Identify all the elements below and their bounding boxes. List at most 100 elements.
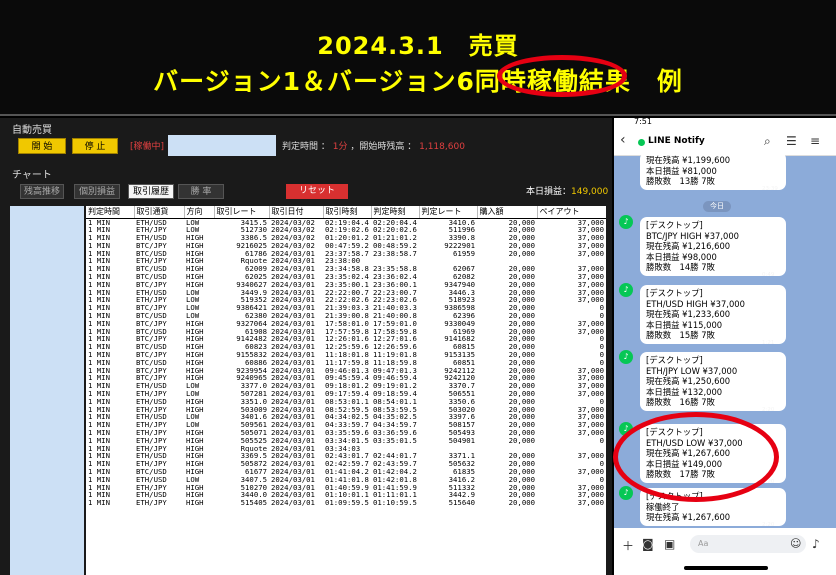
table-row[interactable]: 1 MIN BTC/JPY HIGH 9239954 2024/03/01 09:46:0… [86, 367, 606, 375]
table-row[interactable]: 1 MIN ETH/USD HIGH 3386.5 2024/03/02 01:20:01… [86, 234, 606, 242]
table-row[interactable]: 1 MIN ETH/USD HIGH 3369.5 2024/03/01 02:43:01… [86, 452, 606, 460]
table-row[interactable]: 1 MIN ETH/JPY HIGH 505872 2024/03/01 02:42:59… [86, 460, 606, 468]
line-notify-phone: 7:51 ‹ LINE Notify ⌕ ☰ ≡ 今日 現在残高 ¥1,199,… [614, 118, 836, 575]
column-header[interactable]: 判定時間 [86, 206, 135, 219]
table-row[interactable]: 1 MIN ETH/USD LOW 3407.5 2024/03/01 01:41:01.… [86, 476, 606, 484]
table-cell: 37,000 [577, 296, 604, 305]
table-row[interactable]: 1 MIN BTC/JPY HIGH 9327064 2024/03/01 17:58:0… [86, 320, 606, 328]
column-header[interactable]: 購入額 [477, 206, 538, 219]
emoji-icon[interactable]: ☺ [790, 537, 801, 550]
table-row[interactable]: 1 MIN ETH/JPY HIGH Rquote 2024/03/01 03:34:03 [86, 445, 606, 453]
column-header[interactable]: ペイアウト [537, 206, 606, 219]
bot-avatar-icon[interactable]: ♪ [619, 486, 633, 500]
bot-avatar-icon[interactable]: ♪ [619, 283, 633, 297]
table-row[interactable]: 1 MIN ETH/JPY LOW 509561 2024/03/01 04:33:59.… [86, 421, 606, 429]
table-body: 1 MIN ETH/USD LOW 3415.5 2024/03/02 02:19:04.… [86, 218, 606, 507]
plus-icon[interactable]: ＋ [622, 537, 634, 554]
column-header[interactable]: 判定レート [419, 206, 478, 219]
table-cell: 21:40:03.3 [373, 304, 417, 313]
column-header[interactable]: 取引日付 [269, 206, 324, 219]
column-header[interactable]: 方向 [184, 206, 215, 219]
table-row[interactable]: 1 MIN ETH/JPY HIGH 515405 2024/03/01 01:09:59… [86, 499, 606, 507]
table-row[interactable]: 1 MIN BTC/USD LOW 62380 2024/03/01 21:39:00.8… [86, 312, 606, 320]
table-row[interactable]: 1 MIN BTC/JPY HIGH 9340627 2024/03/01 23:35:0… [86, 281, 606, 289]
reset-button[interactable]: リセット [286, 184, 348, 199]
table-cell: 60851 [453, 358, 475, 367]
list-icon[interactable]: ☰ [786, 134, 797, 148]
table-cell: ETH/USD [136, 234, 167, 242]
table-row[interactable]: 1 MIN ETH/USD LOW 3415.5 2024/03/02 02:19:04.… [86, 218, 606, 226]
table-row[interactable]: 1 MIN ETH/USD HIGH 3351.0 2024/03/01 08:53:01… [86, 398, 606, 406]
table-row[interactable]: 1 MIN BTC/JPY HIGH 9216025 2024/03/02 00:47:5… [86, 242, 606, 250]
tab-trade-history[interactable]: 取引履歴 [128, 184, 174, 199]
chat-input-bar: ＋ ◙ ▣ Aa ☺ ♪ [614, 528, 836, 575]
table-cell: 61835 [453, 468, 475, 476]
table-cell: 61677 [245, 468, 267, 476]
tab-individual-pnl[interactable]: 個別損益 [74, 184, 120, 199]
back-icon[interactable]: ‹ [620, 132, 626, 148]
table-row[interactable]: 1 MIN ETH/USD HIGH 3440.0 2024/03/01 01:10:01… [86, 491, 606, 499]
table-row[interactable]: 1 MIN BTC/USD HIGH 61908 2024/03/01 17:57:59.… [86, 328, 606, 336]
bot-avatar-icon[interactable]: ♪ [619, 215, 633, 229]
table-cell: HIGH [186, 499, 204, 507]
table-row[interactable]: 1 MIN ETH/USD LOW 3449.9 2024/03/01 22:22:00.… [86, 289, 606, 297]
table-row[interactable]: 1 MIN ETH/JPY HIGH 503009 2024/03/01 08:52:59… [86, 406, 606, 414]
table-row[interactable]: 1 MIN BTC/JPY HIGH 9142482 2024/03/01 12:26:0… [86, 335, 606, 343]
table-row[interactable]: 1 MIN ETH/JPY LOW 507281 2024/03/01 09:17:59.… [86, 390, 606, 398]
table-cell: 20,000 [508, 452, 535, 461]
table-cell: 37,000 [577, 273, 604, 281]
table-cell: 508157 [448, 421, 475, 430]
table-cell: 62067 [453, 265, 475, 274]
table-cell: 61969 [453, 327, 475, 336]
chat-bubble[interactable]: [デスクトップ] BTC/JPY HIGH ¥37,000 現在残高 ¥1,216,… [640, 217, 786, 276]
table-cell: 20,000 [508, 499, 535, 507]
table-row[interactable]: 1 MIN ETH/USD LOW 3401.6 2024/03/01 04:34:02.… [86, 413, 606, 421]
status-input[interactable] [168, 135, 276, 156]
table-row[interactable]: 1 MIN ETH/JPY HIGH Rquote 2024/03/01 23:38:00 [86, 257, 606, 265]
camera-icon[interactable]: ◙ [642, 537, 654, 551]
stop-button[interactable]: 停 止 [72, 138, 118, 154]
table-cell: 37,000 [577, 319, 604, 328]
table-cell: 37,000 [577, 218, 604, 227]
column-header[interactable]: 取引時刻 [323, 206, 372, 219]
table-row[interactable]: 1 MIN BTC/JPY HIGH 9240965 2024/03/01 09:45:5… [86, 374, 606, 382]
chat-bubble[interactable]: 現在残高 ¥1,199,600 本日損益 ¥81,000 勝敗数 13勝 7敗 [640, 152, 786, 190]
column-header[interactable]: 取引レート [214, 206, 270, 219]
table-row[interactable]: 1 MIN BTC/JPY HIGH 9155832 2024/03/01 11:18:0… [86, 351, 606, 359]
table-cell: 1 MIN [88, 234, 110, 242]
table-row[interactable]: 1 MIN ETH/JPY HIGH 505071 2024/03/01 03:35:59… [86, 429, 606, 437]
table-row[interactable]: 1 MIN BTC/USD HIGH 62025 2024/03/01 23:35:02.… [86, 273, 606, 281]
table-cell: 0 [599, 312, 604, 320]
table-cell: 0 [599, 475, 604, 484]
table-row[interactable]: 1 MIN BTC/JPY LOW 9386421 2024/03/01 21:39:03… [86, 304, 606, 312]
table-row[interactable]: 1 MIN ETH/USD LOW 3377.0 2024/03/01 09:18:01.… [86, 382, 606, 390]
chat-bubble[interactable]: [デスクトップ] ETH/JPY LOW ¥37,000 現在残高 ¥1,250,6… [640, 352, 786, 411]
menu-icon[interactable]: ≡ [810, 134, 820, 148]
bubble-line: ETH/JPY LOW ¥37,000 [646, 365, 738, 376]
table-row[interactable]: 1 MIN BTC/USD HIGH 61677 2024/03/01 01:41:04.… [86, 468, 606, 476]
table-row[interactable]: 1 MIN BTC/USD HIGH 61786 2024/03/01 23:37:58.… [86, 250, 606, 258]
tab-balance-history[interactable]: 残高推移 [20, 184, 64, 199]
table-row[interactable]: 1 MIN ETH/JPY HIGH 510270 2024/03/01 01:40:59… [86, 484, 606, 492]
table-row[interactable]: 1 MIN BTC/USD HIGH 62009 2024/03/01 23:34:58.… [86, 265, 606, 273]
chat-bubble[interactable]: [デスクトップ] ETH/USD HIGH ¥37,000 現在残高 ¥1,233,… [640, 285, 786, 344]
start-button[interactable]: 開 始 [18, 138, 66, 154]
mic-icon[interactable]: ♪ [812, 537, 820, 551]
table-cell [419, 445, 477, 453]
table-cell: 1 MIN [88, 288, 110, 297]
table-row[interactable]: 1 MIN ETH/JPY LOW 512730 2024/03/02 02:19:02.… [86, 226, 606, 234]
message-input[interactable]: Aa [690, 535, 806, 553]
table-row[interactable]: 1 MIN ETH/JPY HIGH 505525 2024/03/01 03:34:01… [86, 437, 606, 445]
table-cell: 02:42:59.7 [325, 460, 369, 468]
table-cell: 2024/03/02 [271, 241, 315, 250]
column-header[interactable]: 取引通貨 [134, 206, 185, 219]
bot-avatar-icon[interactable]: ♪ [619, 350, 633, 364]
table-row[interactable]: 1 MIN ETH/JPY LOW 519352 2024/03/01 22:22:02.… [86, 296, 606, 304]
table-row[interactable]: 1 MIN BTC/USD HIGH 60886 2024/03/01 11:17:59.… [86, 359, 606, 367]
image-icon[interactable]: ▣ [664, 537, 675, 551]
column-header[interactable]: 判定時刻 [371, 206, 420, 219]
table-cell: 515405 [240, 499, 267, 507]
tab-win-rate[interactable]: 勝 率 [178, 184, 224, 199]
search-icon[interactable]: ⌕ [764, 134, 771, 149]
table-row[interactable]: 1 MIN BTC/USD HIGH 60823 2024/03/01 12:25:59.… [86, 343, 606, 351]
